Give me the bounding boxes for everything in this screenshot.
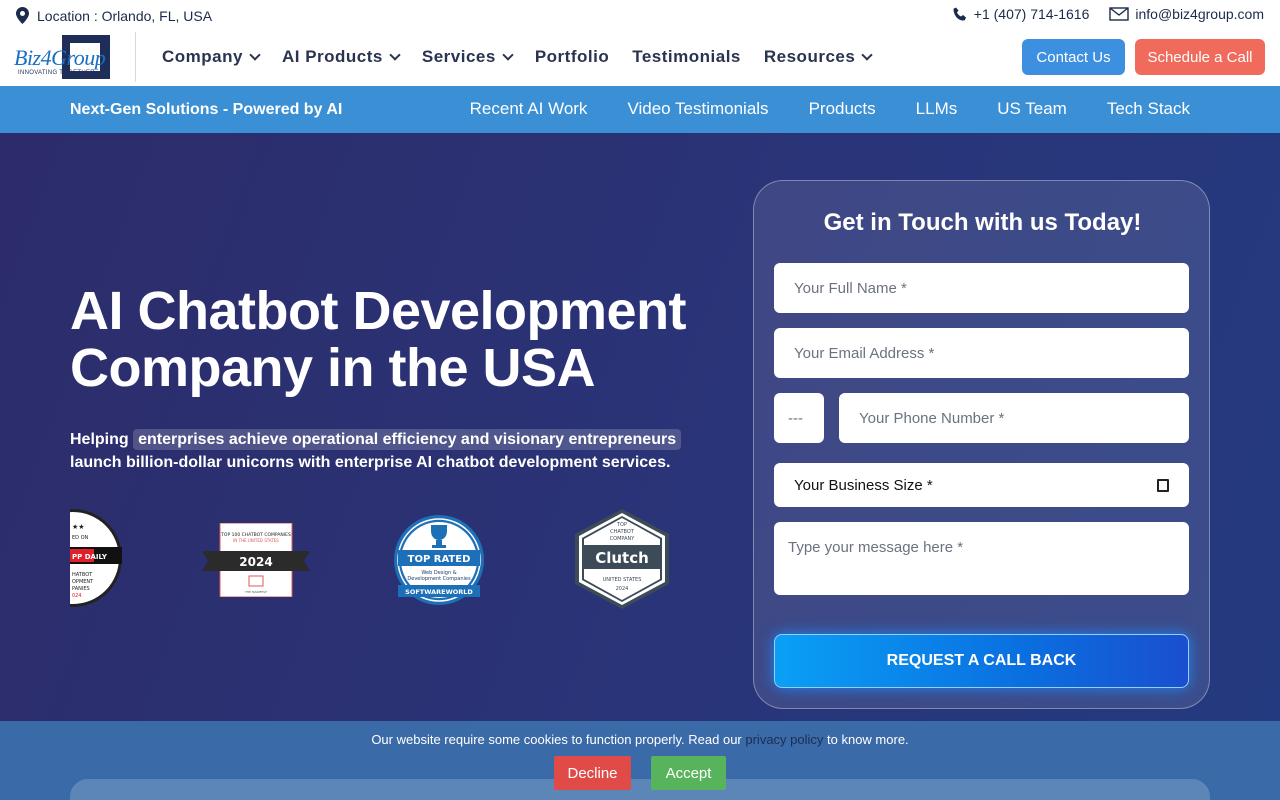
sublink-video-testimonials[interactable]: Video Testimonials <box>627 99 768 119</box>
email-input[interactable]: Your Email Address * <box>774 328 1189 378</box>
main-navigation: Biz4Group INNOVATING TOGETHER Company AI… <box>0 32 1280 86</box>
email-link[interactable]: info@biz4group.com <box>1109 6 1264 22</box>
nav-item-label: Resources <box>763 47 856 66</box>
country-code-placeholder: --- <box>788 409 803 427</box>
top-info-bar: Location : Orlando, FL, USA +1 (407) 714… <box>0 0 1280 32</box>
contact-info: +1 (407) 714-1616 info@biz4group.com <box>953 6 1264 22</box>
chevron-down-icon <box>502 49 514 61</box>
accept-button[interactable]: Accept <box>651 756 726 790</box>
nav-item-portfolio[interactable]: Portfolio <box>535 47 609 67</box>
clutch-line1-text: TOP <box>616 522 627 528</box>
nav-menu: Company AI Products Services Portfolio T… <box>162 47 873 67</box>
email-text: info@biz4group.com <box>1135 6 1264 22</box>
clutch-badge: TOP CHATBOT COMPANY Clutch UNITED STATES… <box>575 509 669 609</box>
sublink-recent-ai-work[interactable]: Recent AI Work <box>470 99 588 119</box>
nav-item-label: Portfolio <box>534 47 610 66</box>
clutch-line3-text: COMPANY <box>610 536 636 542</box>
email-placeholder: Your Email Address * <box>794 344 935 362</box>
chevron-down-icon <box>861 49 873 61</box>
phone-placeholder: Your Phone Number * <box>859 409 1005 427</box>
sublink-tech-stack[interactable]: Tech Stack <box>1107 99 1190 119</box>
decline-button[interactable]: Decline <box>554 756 631 790</box>
background-card <box>70 779 1210 800</box>
logo-tagline: INNOVATING TOGETHER <box>18 70 95 76</box>
message-placeholder: Type your message here * <box>788 539 964 556</box>
hero-desc-suffix: launch billion-dollar unicorns with ente… <box>70 454 671 471</box>
contact-us-button[interactable]: Contact Us <box>1022 39 1125 75</box>
appdaily-year-text: 024 <box>72 593 82 599</box>
hero-title: AI Chatbot Development Company in the US… <box>70 281 687 398</box>
cookie-consent-bar: Our website require some cookies to func… <box>0 721 1280 800</box>
logo-text: Biz4Group <box>14 45 106 70</box>
message-textarea[interactable]: Type your message here * <box>774 522 1189 595</box>
subbar-tagline: Next-Gen Solutions - Powered by AI <box>70 101 343 118</box>
business-size-select[interactable]: Your Business Size * <box>774 463 1189 507</box>
appdaily-brand-text: PP DAILY <box>72 553 108 561</box>
company-logo[interactable]: Biz4Group INNOVATING TOGETHER <box>14 35 112 81</box>
manifest-badge: TOP 100 CHATBOT COMPANIES IN THE UNITED … <box>202 522 310 598</box>
sublink-llms[interactable]: LLMs <box>916 99 958 119</box>
softwareworld-rating-text: TOP RATED <box>408 554 471 565</box>
nav-item-resources[interactable]: Resources <box>763 47 873 67</box>
manifest-line2-text: IN THE UNITED STATES <box>233 538 279 543</box>
nav-item-ai-products[interactable]: AI Products <box>281 47 401 67</box>
cookie-message: Our website require some cookies to func… <box>0 732 1280 747</box>
svg-text:★★: ★★ <box>72 523 85 531</box>
softwareworld-badge: TOP RATED Web Design & Development Compa… <box>392 513 486 607</box>
appdaily-featured-text: ED ON <box>72 535 89 541</box>
nav-item-label: Testimonials <box>632 47 741 66</box>
nav-item-label: Company <box>162 47 243 66</box>
chevron-down-icon <box>389 49 401 61</box>
subbar-links: Recent AI Work Video Testimonials Produc… <box>470 99 1190 119</box>
location-info: Location : Orlando, FL, USA <box>16 7 212 24</box>
sublink-us-team[interactable]: US Team <box>997 99 1067 119</box>
hero-desc-prefix: Helping <box>70 431 134 448</box>
form-title: Get in Touch with us Today! <box>823 209 1142 236</box>
privacy-policy-link[interactable]: privacy policy <box>745 732 823 747</box>
manifest-year-text: 2024 <box>239 555 272 569</box>
nav-item-testimonials[interactable]: Testimonials <box>632 47 741 67</box>
phone-icon <box>953 7 966 20</box>
phone-link[interactable]: +1 (407) 714-1616 <box>953 6 1090 22</box>
phone-input[interactable]: Your Phone Number * <box>839 393 1189 443</box>
dropdown-box-icon <box>1157 479 1169 492</box>
softwareworld-line2-text: Development Companies <box>407 576 471 582</box>
business-size-label: Your Business Size * <box>794 476 933 494</box>
nav-divider <box>135 32 136 82</box>
appdaily-line3-text: PANIES <box>72 586 90 592</box>
full-name-input[interactable]: Your Full Name * <box>774 263 1189 313</box>
clutch-brand-text: Clutch <box>595 549 649 567</box>
location-text: Location : Orlando, FL, USA <box>37 7 213 24</box>
appdaily-badge: ★★ ED ON PP DAILY HATBOT OPMENT PANIES 0… <box>70 509 124 607</box>
nav-item-services[interactable]: Services <box>421 47 514 67</box>
appdaily-line1-text: HATBOT <box>72 572 93 578</box>
manifest-brand-text: THE MANIFEST <box>244 590 267 594</box>
clutch-region-text: UNITED STATES <box>603 577 642 583</box>
hero-description: Helping enterprises achieve operational … <box>70 428 710 474</box>
phone-text: +1 (407) 714-1616 <box>973 6 1090 22</box>
hero-section: AI Chatbot Development Company in the US… <box>0 133 1280 800</box>
mail-icon <box>1109 7 1130 21</box>
sub-navigation-bar: Next-Gen Solutions - Powered by AI Recen… <box>0 86 1280 133</box>
softwareworld-brand-text: SOFTWAREWORLD <box>405 588 473 596</box>
request-call-back-button[interactable]: REQUEST A CALL BACK <box>774 634 1189 688</box>
nav-item-company[interactable]: Company <box>162 47 261 67</box>
full-name-placeholder: Your Full Name * <box>794 279 907 297</box>
country-code-select[interactable]: --- <box>774 393 824 443</box>
contact-form-card: Get in Touch with us Today! Your Full Na… <box>753 180 1210 709</box>
cookie-text-before: Our website require some cookies to func… <box>371 732 746 747</box>
schedule-call-button[interactable]: Schedule a Call <box>1135 39 1265 75</box>
nav-item-label: AI Products <box>281 47 383 66</box>
clutch-line2-text: CHATBOT <box>610 529 635 535</box>
sublink-products[interactable]: Products <box>809 99 876 119</box>
chevron-down-icon <box>249 49 261 61</box>
hero-desc-highlight: enterprises achieve operational efficien… <box>133 429 682 450</box>
nav-item-label: Services <box>421 47 496 66</box>
location-pin-icon <box>16 7 29 24</box>
clutch-year-text: 2024 <box>616 586 629 592</box>
cookie-text-after: to know more. <box>823 732 909 747</box>
appdaily-line2-text: OPMENT <box>72 579 94 585</box>
